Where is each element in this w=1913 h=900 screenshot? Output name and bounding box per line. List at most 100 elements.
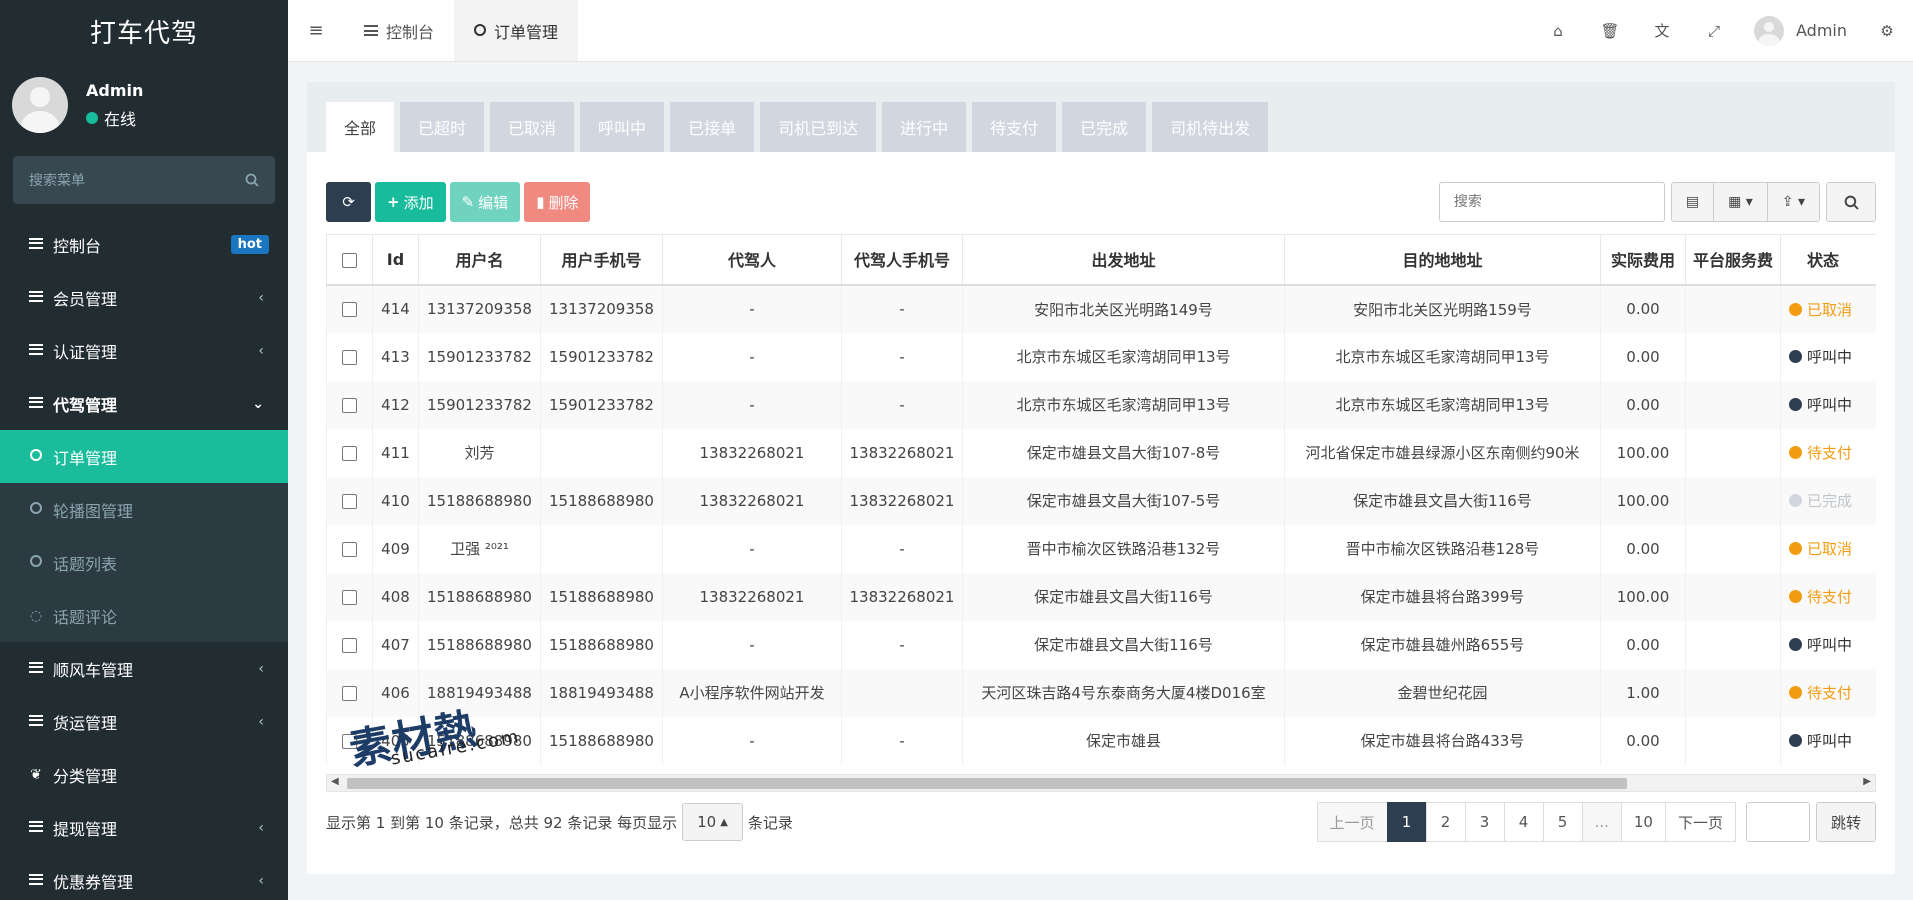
status-dot-icon: [1789, 734, 1802, 747]
card-view-button[interactable]: ▤: [1672, 183, 1715, 221]
table-row[interactable]: 411 刘芳 13832268021 13832268021 保定市雄县文昌大街107-…: [326, 428, 1876, 477]
sidebar-item-freight[interactable]: 货运管理 ‹: [0, 695, 288, 748]
sidebar-item-driving[interactable]: 代驾管理 ⌄: [0, 377, 288, 430]
page-button[interactable]: 5: [1542, 802, 1583, 842]
column-header[interactable]: Id: [372, 234, 419, 286]
export-button[interactable]: ⇪ ▾: [1768, 183, 1819, 221]
tab-calling[interactable]: 呼叫中: [580, 102, 665, 152]
table-row[interactable]: 410 15188688980 15188688980 13832268021 1383…: [326, 476, 1876, 525]
row-checkbox[interactable]: [342, 445, 357, 461]
add-button[interactable]: + 添加: [375, 182, 446, 222]
table-row[interactable]: 414 13137209358 13137209358- - 安阳市北关区光明路149号…: [326, 284, 1876, 333]
row-checkbox[interactable]: [342, 541, 357, 557]
cell-username: 15901233782: [418, 332, 541, 381]
sidebar-item-carpool[interactable]: 顺风车管理 ‹: [0, 642, 288, 695]
top-navbar: ≡ 控制台 订单管理 ⌂ 🗑︎ 文 ⤢ Admin ⚙: [288, 0, 1913, 62]
row-checkbox[interactable]: [342, 493, 357, 509]
sidebar-item-verification[interactable]: 认证管理 ‹: [0, 324, 288, 377]
sidebar-item-categories[interactable]: ❦ 分类管理: [0, 748, 288, 801]
tab-dashboard[interactable]: 控制台: [344, 0, 454, 61]
trash-icon[interactable]: 🗑︎: [1584, 22, 1636, 40]
cell-phone: [540, 428, 663, 477]
page-button[interactable]: 1: [1386, 802, 1427, 842]
column-header[interactable]: 代驾人手机号: [841, 234, 963, 286]
sidebar-item-label: 代驾管理: [53, 395, 118, 415]
gears-icon[interactable]: ⚙: [1861, 22, 1913, 40]
tab-driver-arrived[interactable]: 司机已到达: [760, 102, 877, 152]
column-header[interactable]: 平台服务费: [1685, 234, 1781, 286]
sidebar-item-coupons[interactable]: 优惠券管理 ‹: [0, 854, 288, 900]
sidebar-item-orders[interactable]: 订单管理: [0, 430, 288, 483]
translate-icon[interactable]: 文: [1636, 20, 1688, 41]
page-button[interactable]: 2: [1425, 802, 1466, 842]
row-checkbox[interactable]: [342, 349, 357, 365]
page-button[interactable]: 4: [1503, 802, 1544, 842]
edit-button[interactable]: ✎ 编辑: [449, 182, 521, 222]
home-icon[interactable]: ⌂: [1532, 22, 1584, 40]
tab-all[interactable]: 全部: [326, 102, 395, 152]
table-row[interactable]: 407 15188688980 15188688980- - 保定市雄县文昌大街116号…: [326, 620, 1876, 669]
table-row[interactable]: 413 15901233782 15901233782- - 北京市东城区毛家湾胡同甲1…: [326, 332, 1876, 381]
column-header[interactable]: 用户手机号: [540, 234, 663, 286]
refresh-icon: ⟳: [342, 193, 355, 211]
row-checkbox[interactable]: [342, 302, 357, 317]
next-page-button[interactable]: 下一页: [1664, 802, 1736, 842]
row-checkbox[interactable]: [342, 589, 357, 605]
column-header[interactable]: 出发地址: [962, 234, 1285, 286]
row-checkbox[interactable]: [342, 397, 357, 413]
page-size-select[interactable]: 10 ▲: [682, 803, 743, 841]
sidebar-item-members[interactable]: 会员管理 ‹: [0, 271, 288, 324]
table-row[interactable]: 409 卫强 ²⁰²¹ - - 晋中市榆次区铁路沿巷132号 晋中市榆次区铁路沿巷128号…: [326, 524, 1876, 573]
fullscreen-icon[interactable]: ⤢: [1688, 22, 1740, 40]
row-checkbox[interactable]: [342, 637, 357, 653]
table-row[interactable]: 408 15188688980 15188688980 13832268021 1383…: [326, 572, 1876, 621]
table-row[interactable]: 412 15901233782 15901233782- - 北京市东城区毛家湾胡同甲1…: [326, 380, 1876, 429]
page-jump-button[interactable]: 跳转: [1815, 802, 1876, 842]
columns-button[interactable]: ▦ ▾: [1714, 183, 1768, 221]
tab-timeout[interactable]: 已超时: [400, 102, 485, 152]
refresh-button[interactable]: ⟳: [326, 182, 371, 222]
cell-phone: 15188688980: [540, 716, 663, 765]
column-header[interactable]: 目的地地址: [1284, 234, 1601, 286]
tab-in-progress[interactable]: 进行中: [882, 102, 967, 152]
tab-driver-to-depart[interactable]: 司机待出发: [1152, 102, 1269, 152]
user-menu[interactable]: Admin: [1740, 15, 1861, 46]
page-jump-input[interactable]: [1745, 802, 1810, 842]
status-label: 呼叫中: [1807, 348, 1853, 366]
pencil-icon: ✎: [461, 193, 475, 211]
sidebar-item-dashboard[interactable]: 控制台 hot: [0, 218, 288, 271]
column-header[interactable]: 代驾人: [662, 234, 842, 286]
table-row[interactable]: 405 15188688980 15188688980- - 保定市雄县 保定市雄县将台路…: [326, 716, 1876, 765]
menu-toggle-icon[interactable]: ≡: [288, 0, 344, 61]
table-header-row: Id 用户名 用户手机号 代驾人 代驾人手机号 出发地址 目的地地址 实际费用 …: [326, 234, 1876, 286]
tab-cancelled[interactable]: 已取消: [490, 102, 575, 152]
cell-id: 412: [372, 380, 419, 429]
cell-driver-phone: -: [841, 716, 963, 765]
delete-button[interactable]: ▮ 删除: [524, 182, 591, 222]
tab-completed[interactable]: 已完成: [1062, 102, 1147, 152]
scroll-left-icon[interactable]: ◀: [331, 776, 339, 787]
column-header[interactable]: 用户名: [418, 234, 541, 286]
sidebar-item-topics[interactable]: 话题列表: [0, 536, 288, 589]
row-checkbox[interactable]: [342, 685, 357, 701]
sidebar-item-carousel[interactable]: 轮播图管理: [0, 483, 288, 536]
search-button[interactable]: [1826, 182, 1876, 222]
sidebar-item-withdrawals[interactable]: 提现管理 ‹: [0, 801, 288, 854]
brand-title[interactable]: 打车代驾: [0, 0, 288, 62]
tab-pending-payment[interactable]: 待支付: [972, 102, 1057, 152]
select-all-checkbox[interactable]: [342, 252, 357, 268]
column-header[interactable]: 实际费用: [1600, 234, 1686, 286]
menu-search-input[interactable]: 搜索菜单: [13, 156, 275, 204]
tab-accepted[interactable]: 已接单: [670, 102, 755, 152]
table-row[interactable]: 406 18819493488 18819493488 A小程序软件网站开发 天河区珠吉…: [326, 668, 1876, 717]
tab-orders[interactable]: 订单管理: [454, 0, 579, 61]
prev-page-button[interactable]: 上一页: [1316, 802, 1388, 842]
scrollbar-thumb[interactable]: [347, 778, 1627, 789]
scroll-right-icon[interactable]: ▶: [1863, 776, 1871, 787]
horizontal-scrollbar[interactable]: ◀ ▶: [326, 774, 1876, 792]
page-button[interactable]: 10: [1620, 802, 1666, 842]
page-button[interactable]: 3: [1464, 802, 1505, 842]
table-search-input[interactable]: [1438, 182, 1665, 222]
column-header[interactable]: 状态: [1780, 234, 1876, 286]
sidebar-item-topic-comments[interactable]: ◌ 话题评论: [0, 589, 288, 642]
